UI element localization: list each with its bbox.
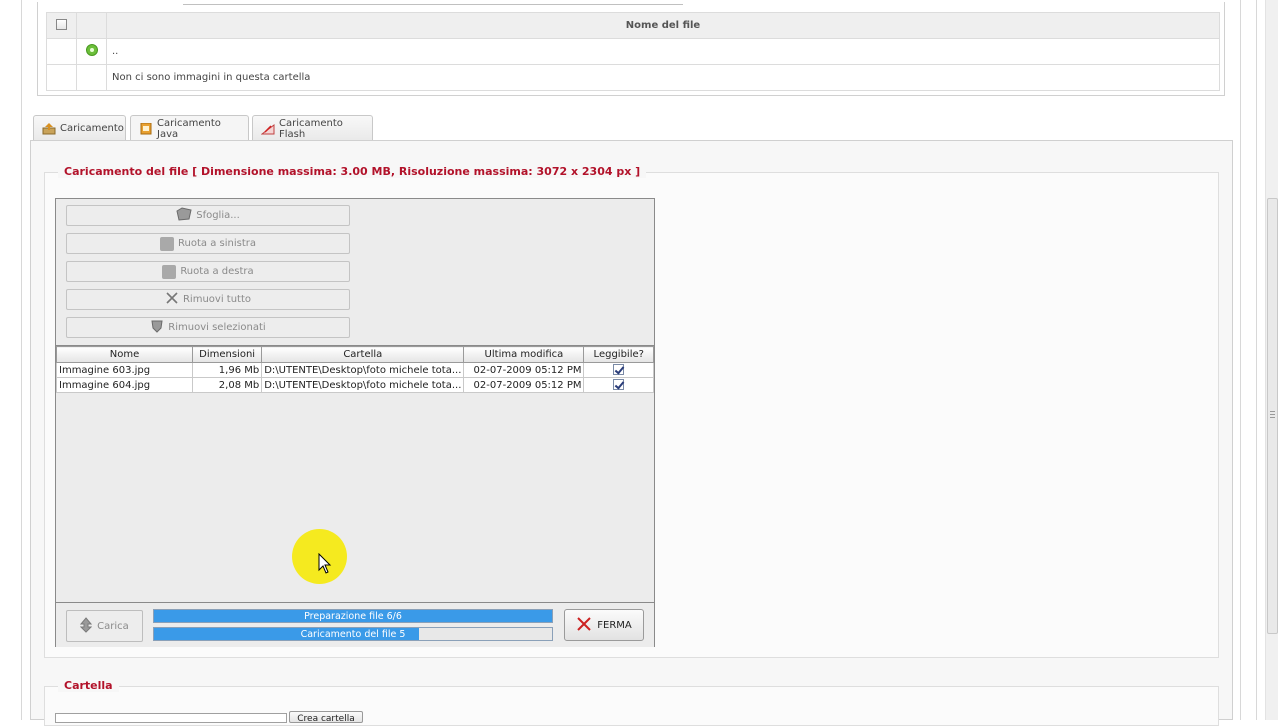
- select-all-cell[interactable]: [46, 12, 77, 39]
- table-row[interactable]: Immagine 604.jpg 2,08 Mb D:\UTENTE\Deskt…: [55, 377, 654, 393]
- create-folder-button[interactable]: Crea cartella: [289, 711, 363, 723]
- upload-arrow-icon: [79, 616, 93, 636]
- file-queue-table: Nome Dimensioni Cartella Ultima modifica…: [55, 346, 654, 393]
- empty-folder-message: Non ci sono immagini in questa cartella: [106, 64, 1220, 91]
- upload-icon: [42, 122, 56, 135]
- page-frame-outer: [1256, 0, 1257, 720]
- tab-caricamento-java[interactable]: Caricamento Java: [130, 115, 249, 142]
- close-icon: [165, 291, 179, 308]
- col-ultima-modifica[interactable]: Ultima modifica: [463, 346, 585, 363]
- file-table: Nome del file .. Non ci sono immagini in…: [46, 12, 1220, 91]
- rotate-left-button[interactable]: Ruota a sinistra: [66, 233, 350, 254]
- java-icon: [139, 122, 153, 135]
- shield-icon: [150, 319, 164, 336]
- table-row: Non ci sono immagini in questa cartella: [46, 64, 1220, 91]
- tab-caricamento[interactable]: Caricamento: [33, 115, 126, 141]
- rotate-right-button[interactable]: Ruota a destra: [66, 261, 350, 282]
- page-scrollbar[interactable]: [1265, 0, 1278, 720]
- scrollbar-thumb[interactable]: [1267, 198, 1278, 634]
- parent-folder-icon[interactable]: [85, 44, 98, 56]
- parent-folder-link[interactable]: ..: [106, 38, 1220, 65]
- flash-icon: [260, 123, 275, 135]
- folder-name-input[interactable]: [55, 713, 287, 723]
- col-nome[interactable]: Nome: [55, 346, 194, 363]
- rotate-left-icon: [160, 236, 175, 251]
- stop-button[interactable]: FERMA: [564, 609, 644, 641]
- table-row[interactable]: Immagine 603.jpg 1,96 Mb D:\UTENTE\Deskt…: [55, 362, 654, 378]
- tab-caricamento-flash[interactable]: Caricamento Flash: [252, 115, 373, 141]
- file-name-header: Nome del file: [106, 12, 1220, 39]
- upload-progress: Caricamento del file 5: [153, 627, 553, 641]
- col-cartella[interactable]: Cartella: [261, 346, 465, 363]
- browse-icon: [176, 207, 192, 224]
- col-dimensioni[interactable]: Dimensioni: [192, 346, 263, 363]
- remove-selected-button[interactable]: Rimuovi selezionati: [66, 317, 350, 338]
- upload-legend: Caricamento del file [ Dimensione massim…: [58, 165, 647, 178]
- page-frame-left: [21, 0, 22, 720]
- col-leggibile[interactable]: Leggibile?: [583, 346, 654, 363]
- readable-checkbox[interactable]: [613, 379, 625, 391]
- browse-button[interactable]: Sfoglia...: [66, 205, 350, 226]
- remove-all-button[interactable]: Rimuovi tutto: [66, 289, 350, 310]
- select-all-checkbox[interactable]: [56, 18, 67, 30]
- file-queue: Nome Dimensioni Cartella Ultima modifica…: [55, 345, 654, 603]
- cartella-legend: Cartella: [58, 679, 119, 692]
- upload-controls: Carica Preparazione file 6/6 Caricamento…: [56, 604, 654, 647]
- carica-button[interactable]: Carica: [66, 610, 143, 642]
- java-uploader: Sfoglia... Ruota a sinistra Ruota a dest…: [55, 198, 655, 647]
- close-icon: [576, 616, 592, 635]
- mouse-cursor-icon: [318, 553, 332, 574]
- toolbar-strip: [183, 0, 683, 5]
- preparation-progress: Preparazione file 6/6: [153, 609, 553, 623]
- page-frame-right: [1240, 0, 1241, 720]
- rotate-right-icon: [162, 264, 177, 279]
- table-row[interactable]: ..: [46, 38, 1220, 65]
- readable-checkbox[interactable]: [613, 364, 625, 376]
